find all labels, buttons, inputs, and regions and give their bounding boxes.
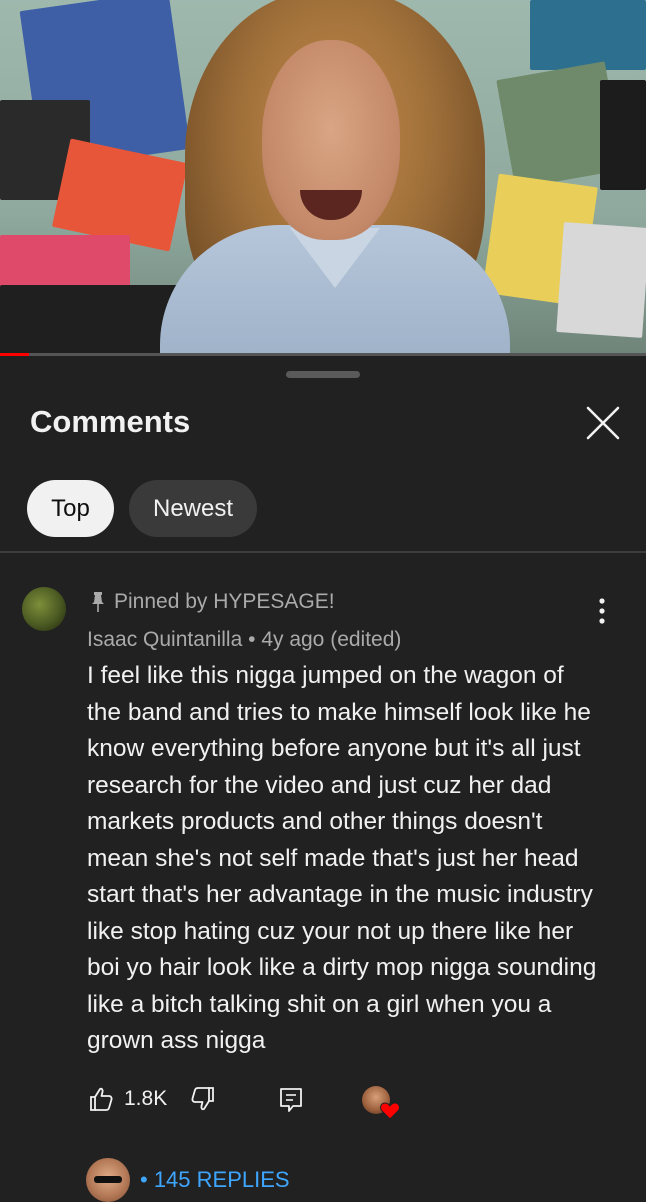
close-button[interactable] xyxy=(584,404,622,442)
video-progress-bar[interactable] xyxy=(0,353,646,356)
reply-avatar xyxy=(86,1158,130,1202)
creator-heart-badge xyxy=(362,1086,400,1124)
comment-menu-button[interactable] xyxy=(590,596,614,626)
commenter-avatar[interactable] xyxy=(22,587,66,631)
reply-button[interactable] xyxy=(278,1086,304,1119)
like-button[interactable]: 1.8K xyxy=(88,1086,167,1112)
view-replies-button[interactable]: • 145 REPLIES xyxy=(86,1158,290,1202)
sort-chip-newest[interactable]: Newest xyxy=(129,480,257,537)
meta-separator: • xyxy=(248,628,256,651)
replies-count[interactable]: • 145 REPLIES xyxy=(140,1167,290,1193)
wall-poster xyxy=(530,0,646,70)
wall-poster xyxy=(556,222,646,338)
comment-author[interactable]: Isaac Quintanilla xyxy=(87,628,242,651)
like-count: 1.8K xyxy=(124,1087,168,1110)
reply-comment-icon xyxy=(280,1088,302,1112)
sunglasses xyxy=(94,1176,122,1183)
comment-age: 4y ago (edited) xyxy=(261,628,402,651)
drag-handle[interactable] xyxy=(286,371,360,378)
video-player[interactable] xyxy=(0,0,646,356)
wall-poster xyxy=(600,80,646,190)
pinned-label: Pinned by HYPESAGE! xyxy=(90,590,335,614)
video-progress-fill xyxy=(0,353,30,356)
comments-sheet: Comments Top Newest Pinned by HYPESAGE! … xyxy=(0,358,646,1202)
thumbs-down-icon xyxy=(191,1087,214,1111)
more-vert-icon xyxy=(599,598,605,624)
comments-title: Comments xyxy=(30,404,191,439)
wall-poster xyxy=(0,285,180,356)
pin-icon xyxy=(92,592,104,612)
comment-meta: Isaac Quintanilla • 4y ago (edited) xyxy=(87,628,401,652)
sort-chip-top[interactable]: Top xyxy=(27,480,114,537)
heart-icon xyxy=(380,1102,400,1120)
divider xyxy=(0,551,646,553)
dislike-button[interactable] xyxy=(190,1086,216,1117)
thumbs-up-icon xyxy=(90,1087,113,1111)
close-icon xyxy=(586,406,620,440)
pinned-text: Pinned by HYPESAGE! xyxy=(114,590,335,613)
comment-text: I feel like this nigga jumped on the wag… xyxy=(87,662,597,1054)
comment-actions: 1.8K xyxy=(0,1086,646,1126)
